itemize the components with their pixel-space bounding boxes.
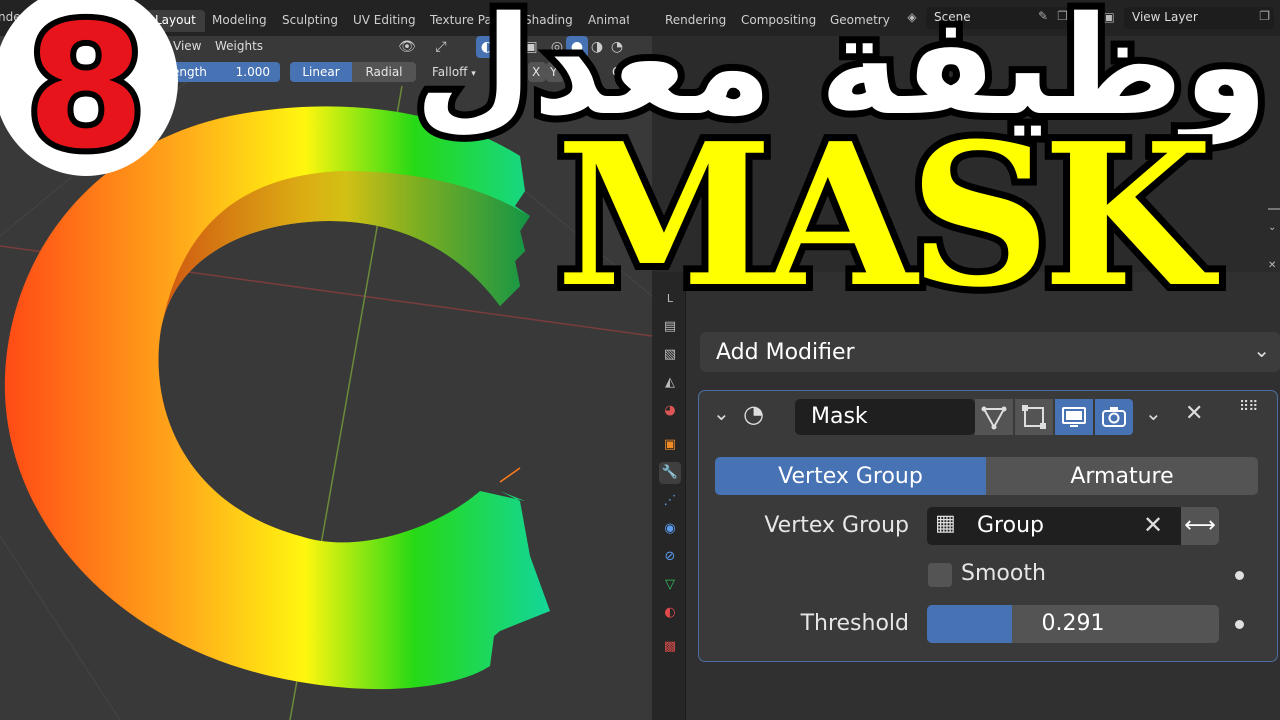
drag-handle-icon[interactable]: ⠿⠿ — [1239, 399, 1258, 415]
mask-modifier-panel: ⌄ ◔ Mask ⌄ ✕ ⠿⠿ Vertex Group Armature Ve… — [698, 390, 1278, 662]
add-modifier-button[interactable]: Add Modifier ⌄ — [700, 332, 1280, 372]
tab-uv-editing[interactable]: UV Editing — [344, 10, 425, 32]
modifier-tab-icon[interactable]: 🔧 — [659, 462, 681, 484]
physics-tab-icon[interactable]: ◉ — [659, 518, 681, 540]
mode-armature-button[interactable]: Armature — [986, 457, 1258, 495]
material-tab-icon[interactable]: ◐ — [659, 602, 681, 624]
episode-badge: 8 — [0, 0, 178, 176]
view-layer-tab-icon[interactable]: ◭ — [659, 372, 681, 394]
output-tab-icon[interactable]: ▧ — [659, 344, 681, 366]
render-toggle[interactable] — [1095, 399, 1133, 435]
threshold-value: 0.291 — [1041, 611, 1105, 636]
falloff-radial-button[interactable]: Radial — [352, 62, 416, 82]
object-origin — [499, 467, 521, 483]
edit-mode-icon — [981, 406, 1007, 430]
vertex-group-icon: ▦ — [935, 511, 956, 536]
properties-editor: L ▤ ▧ ◭ ◕ ▣ 🔧 ⋰ ◉ ⊘ ▽ ◐ ▩ Add Modifier ⌄… — [652, 272, 1280, 720]
data-tab-icon[interactable]: ▽ — [659, 574, 681, 596]
modifier-name-field[interactable]: Mask — [795, 399, 975, 435]
clear-vertex-group-icon[interactable]: ✕ — [1143, 511, 1163, 539]
viewport-display-toggle[interactable] — [1055, 399, 1093, 435]
scene-tab-icon[interactable]: ◕ — [659, 400, 681, 422]
constraints-tab-icon[interactable]: ⊘ — [659, 546, 681, 568]
gradient-length-field[interactable]: ength 1.000 — [164, 62, 280, 82]
camera-icon — [1102, 407, 1126, 427]
add-modifier-label: Add Modifier — [716, 340, 855, 365]
gradient-length-value: 1.000 — [235, 65, 270, 79]
chevron-down-icon: ⌄ — [1253, 338, 1270, 362]
monitor-icon — [1062, 407, 1086, 427]
threshold-slider[interactable]: 0.291 — [927, 605, 1219, 643]
vertex-group-label: Vertex Group — [764, 513, 909, 538]
cage-toggle[interactable] — [1015, 399, 1053, 435]
smooth-label: Smooth — [961, 561, 1046, 586]
particles-tab-icon[interactable]: ⋰ — [659, 490, 681, 512]
falloff-linear-button[interactable]: Linear — [290, 62, 352, 82]
mask-title: MASK — [549, 101, 1220, 331]
tab-sculpting[interactable]: Sculpting — [273, 10, 347, 32]
properties-tab-strip: L ▤ ▧ ◭ ◕ ▣ 🔧 ⋰ ◉ ⊘ ▽ ◐ ▩ — [652, 272, 686, 720]
texture-tab-icon[interactable]: ▩ — [659, 636, 681, 658]
invert-vertex-group-button[interactable]: ⟷ — [1181, 507, 1219, 545]
episode-number-graphic: 8 — [21, 0, 151, 176]
menu-weights[interactable]: Weights — [215, 39, 263, 53]
vertex-group-value: Group — [977, 513, 1044, 538]
mode-vertex-group-button[interactable]: Vertex Group — [715, 457, 986, 495]
episode-number: 8 — [27, 0, 145, 176]
remove-modifier-icon[interactable]: ✕ — [1185, 401, 1203, 426]
collapse-chevron-icon[interactable]: ⌄ — [713, 401, 730, 425]
threshold-keyframe-dot[interactable] — [1235, 620, 1244, 629]
tab-modeling[interactable]: Modeling — [203, 10, 276, 32]
vertex-group-field[interactable]: ▦ Group ✕ — [927, 507, 1181, 545]
mask-modifier-icon: ◔ — [743, 400, 764, 428]
threshold-label: Threshold — [800, 611, 909, 636]
edit-mode-toggle[interactable] — [975, 399, 1013, 435]
smooth-checkbox[interactable] — [928, 563, 952, 587]
smooth-keyframe-dot[interactable] — [1235, 571, 1244, 580]
invert-arrows-icon: ⟷ — [1184, 513, 1216, 538]
modifier-menu-chevron-icon[interactable]: ⌄ — [1145, 401, 1162, 425]
object-tab-icon[interactable]: ▣ — [659, 434, 681, 456]
on-cage-icon — [1022, 405, 1046, 429]
